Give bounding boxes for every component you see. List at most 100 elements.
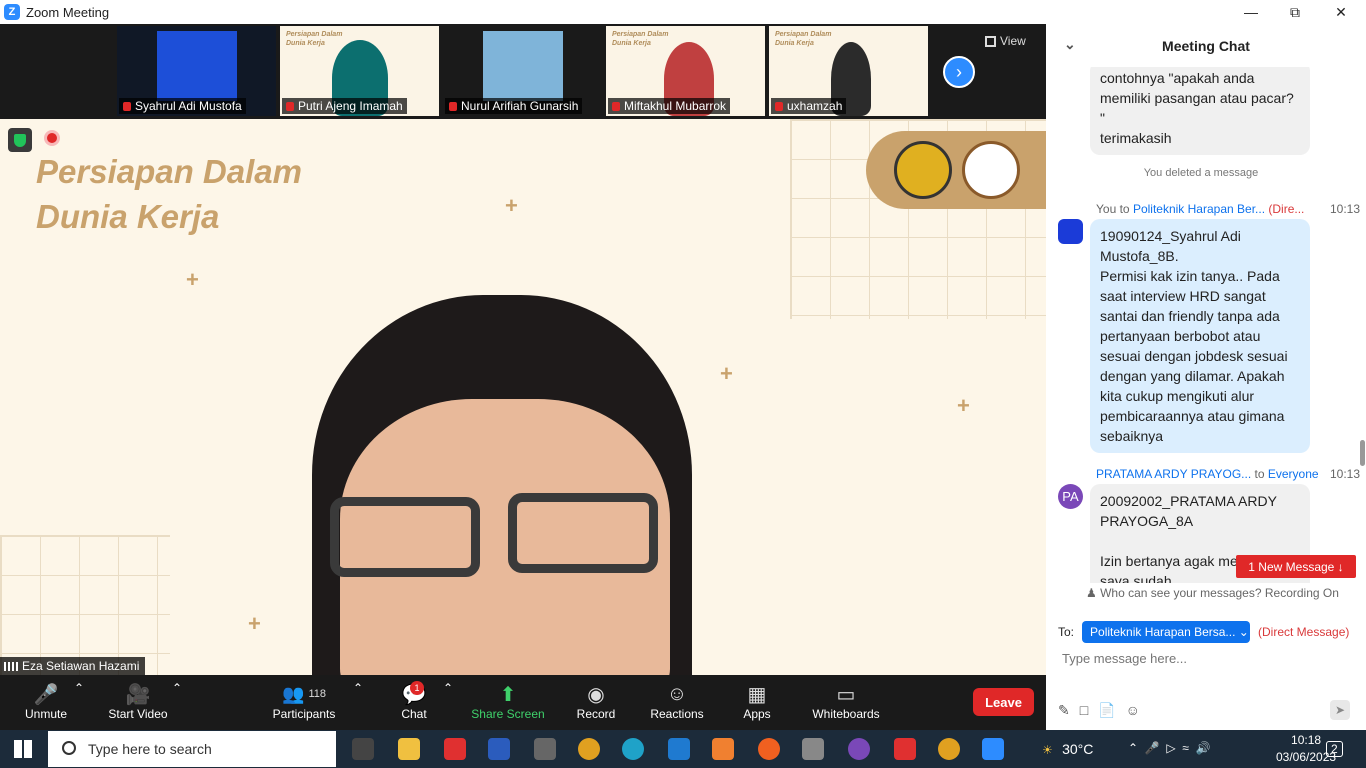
- to-label: To:: [1058, 625, 1075, 639]
- message-meta: You to Politeknik Harapan Ber... (Dire..…: [1096, 202, 1361, 216]
- participants-options-caret[interactable]: ⌃: [353, 681, 363, 695]
- main-video-stage: Persiapan Dalam Dunia Kerja + + + + + Ez…: [0, 119, 1046, 675]
- app-icon[interactable]: [758, 738, 780, 760]
- leave-button[interactable]: Leave: [973, 688, 1034, 716]
- chat-tools: ✎ □ 📄 ☺: [1058, 702, 1140, 719]
- chrome-icon[interactable]: [578, 738, 600, 760]
- chat-options-caret[interactable]: ⌃: [443, 681, 453, 695]
- message-visibility-note[interactable]: ♟ Who can see your messages? Recording O…: [1086, 586, 1339, 600]
- chat-message-input[interactable]: [1062, 651, 1352, 666]
- app-icon[interactable]: [444, 738, 466, 760]
- participant-video: [483, 31, 563, 101]
- sender-link[interactable]: PRATAMA ARDY PRAYOG...: [1096, 467, 1251, 481]
- weather-widget[interactable]: ☀ 30°C: [1042, 741, 1093, 757]
- app-icon[interactable]: [802, 738, 824, 760]
- new-message-button[interactable]: 1 New Message ↓: [1236, 555, 1356, 578]
- file-explorer-icon[interactable]: [398, 738, 420, 760]
- recipient-row: To: Politeknik Harapan Bersa... ⌄ (Direc…: [1058, 621, 1349, 643]
- chat-button[interactable]: 💬 1 Chat: [396, 681, 432, 721]
- smiley-icon: ☺: [666, 682, 688, 705]
- taskbar-search[interactable]: Type here to search: [48, 731, 336, 767]
- screenshot-icon[interactable]: □: [1080, 702, 1088, 719]
- windows-start-icon[interactable]: [14, 740, 32, 758]
- meeting-controls-toolbar: 🎤 Unmute ⌃ 🎥 Start Video ⌃ 👥 118 Particip…: [0, 675, 1046, 730]
- slide-thumb-title: Persiapan Dalam Dunia Kerja: [612, 31, 669, 47]
- chat-message-list[interactable]: contohnya "apakah anda memiliki pasangan…: [1046, 67, 1366, 583]
- participant-tile[interactable]: Persiapan Dalam Dunia Kerja uxhamzah: [769, 26, 928, 116]
- participant-gallery-strip: Syahrul Adi Mustofa Persiapan Dalam Duni…: [0, 24, 1046, 119]
- reactions-button[interactable]: ☺ Reactions: [648, 681, 706, 722]
- format-text-icon[interactable]: ✎: [1058, 702, 1070, 719]
- recipient-link[interactable]: Politeknik Harapan Ber...: [1133, 202, 1265, 216]
- chevron-down-icon[interactable]: ⌄: [1064, 36, 1076, 53]
- view-label: View: [1000, 34, 1026, 48]
- minimize-button[interactable]: —: [1228, 0, 1274, 24]
- zoom-logo-icon: Z: [4, 4, 20, 20]
- send-icon[interactable]: ➤: [1330, 700, 1350, 720]
- maximize-button[interactable]: ⧉: [1272, 0, 1318, 24]
- video-options-caret[interactable]: ⌃: [172, 681, 182, 695]
- participant-tile[interactable]: Persiapan Dalam Dunia Kerja Miftakhul Mu…: [606, 26, 765, 116]
- record-button[interactable]: ◉ Record: [574, 681, 618, 722]
- emoji-icon[interactable]: ☺: [1126, 702, 1140, 719]
- tray-icons[interactable]: ⌃ 🎤 ▷ ≈ 🔊: [1128, 741, 1210, 755]
- participant-name: Nurul Arifiah Gunarsih: [445, 98, 583, 114]
- slide-grid-decoration: [0, 535, 170, 675]
- chat-scrollbar[interactable]: [1360, 440, 1365, 466]
- task-view-icon[interactable]: [352, 738, 374, 760]
- participants-icon: 👥 118: [282, 683, 326, 704]
- encryption-shield-icon[interactable]: [8, 128, 32, 152]
- participant-name: Putri Ajeng Imamah: [282, 98, 407, 114]
- start-video-button[interactable]: 🎥 Start Video: [104, 681, 172, 722]
- github-icon[interactable]: [848, 738, 870, 760]
- app-icon[interactable]: [894, 738, 916, 760]
- plus-decoration-icon: +: [957, 393, 970, 418]
- edge-icon[interactable]: [622, 738, 644, 760]
- audio-options-caret[interactable]: ⌃: [74, 681, 84, 695]
- unmute-button[interactable]: 🎤 Unmute: [18, 681, 74, 722]
- view-button[interactable]: View: [985, 34, 1026, 48]
- institution-seal-icon: [962, 141, 1020, 199]
- search-icon: [62, 741, 76, 755]
- avatar: PA: [1058, 484, 1083, 509]
- notifications-button[interactable]: 2: [1326, 741, 1343, 757]
- slide-thumb-title: Persiapan Dalam Dunia Kerja: [775, 31, 832, 47]
- window-title: Zoom Meeting: [26, 4, 110, 20]
- glasses-right: [508, 493, 658, 573]
- chat-header: ⌄ Meeting Chat: [1046, 24, 1366, 67]
- close-window-button[interactable]: ✕: [1318, 0, 1364, 24]
- chat-unread-badge: 1: [410, 681, 424, 695]
- word-icon[interactable]: [488, 738, 510, 760]
- participants-button[interactable]: 👥 118 Participants: [270, 681, 338, 722]
- institution-logo-banner: [866, 131, 1046, 209]
- participant-tile[interactable]: Nurul Arifiah Gunarsih: [443, 26, 602, 116]
- app-icon[interactable]: [534, 738, 556, 760]
- share-screen-button[interactable]: ⬆ Share Screen: [470, 681, 546, 722]
- participant-video: [157, 31, 237, 101]
- app-icon[interactable]: [712, 738, 734, 760]
- chat-message: contohnya "apakah anda memiliki pasangan…: [1090, 67, 1310, 155]
- participant-name: Miftakhul Mubarrok: [608, 98, 731, 114]
- recipient-link[interactable]: Everyone: [1268, 467, 1319, 481]
- deleted-message-notice: You deleted a message: [1143, 167, 1259, 179]
- whiteboards-button[interactable]: ▭ Whiteboards: [808, 681, 884, 722]
- chat-message: 19090124_Syahrul Adi Mustofa_8B. Permisi…: [1090, 219, 1310, 453]
- vscode-icon[interactable]: [668, 738, 690, 760]
- direct-message-label: (Direct Message): [1258, 625, 1350, 639]
- participant-tile[interactable]: Persiapan Dalam Dunia Kerja Putri Ajeng …: [280, 26, 439, 116]
- weather-icon: ☀: [1042, 743, 1053, 757]
- gallery-next-button[interactable]: ›: [943, 56, 975, 88]
- plus-decoration-icon: +: [505, 193, 518, 218]
- muted-microphone-icon: 🎤: [33, 683, 59, 706]
- window-titlebar: Z Zoom Meeting — ⧉ ✕: [0, 0, 1366, 24]
- zoom-icon[interactable]: [982, 738, 1004, 760]
- recipient-select[interactable]: Politeknik Harapan Bersa... ⌄: [1082, 621, 1251, 643]
- avatar: [1058, 219, 1083, 244]
- apps-icon: ▦: [747, 683, 767, 706]
- participant-tile[interactable]: Syahrul Adi Mustofa: [117, 26, 276, 116]
- file-icon[interactable]: 📄: [1098, 702, 1115, 719]
- apps-button[interactable]: ▦ Apps: [740, 681, 774, 722]
- chat-title: Meeting Chat: [1162, 37, 1250, 54]
- chrome-icon[interactable]: [938, 738, 960, 760]
- recording-icon[interactable]: [44, 130, 60, 146]
